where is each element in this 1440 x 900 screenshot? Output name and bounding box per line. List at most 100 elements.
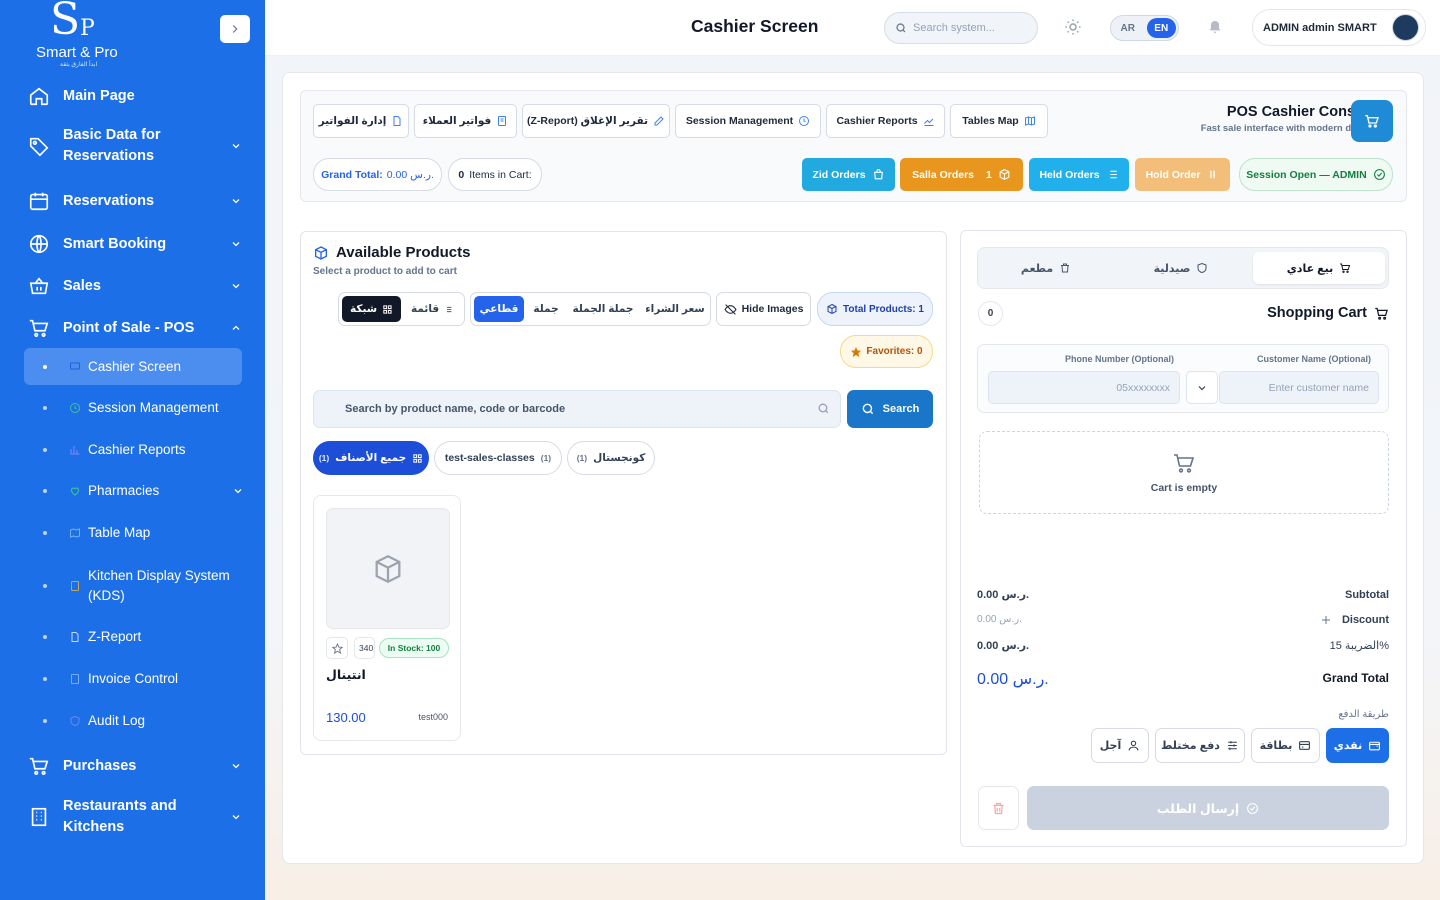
card-icon bbox=[1299, 741, 1311, 750]
price-retail-option[interactable]: قطاعي bbox=[474, 296, 524, 322]
tab-restaurant[interactable]: مطعم bbox=[980, 252, 1112, 284]
file-icon bbox=[393, 116, 401, 126]
calendar-icon bbox=[26, 188, 52, 214]
search-placeholder: Search system... bbox=[913, 22, 995, 34]
sidebar-subitem-table-map[interactable]: Table Map bbox=[24, 523, 242, 543]
category-congestal[interactable]: (1) كونجستال bbox=[567, 441, 655, 475]
empty-cart-state: Cart is empty bbox=[979, 431, 1389, 514]
sidebar-item-basic-data[interactable]: Basic Data for Reservations bbox=[24, 125, 244, 167]
products-title: Available Products bbox=[313, 244, 471, 261]
tab-regular-sale[interactable]: بيع عادي bbox=[1253, 252, 1385, 284]
hold-order-button[interactable]: Hold Order bbox=[1135, 158, 1230, 191]
sidebar-item-label: Sales bbox=[63, 277, 101, 294]
chevron-down-icon bbox=[232, 144, 240, 149]
customer-invoices-button[interactable]: فواتير العملاء bbox=[414, 104, 517, 138]
view-list-option[interactable]: قائمة bbox=[403, 296, 461, 322]
tab-pharmacy[interactable]: صيدلية bbox=[1115, 252, 1247, 284]
lang-ar-option[interactable]: AR bbox=[1113, 18, 1143, 38]
session-status-pill: Session Open — ADMIN bbox=[1239, 158, 1393, 191]
wallet-icon bbox=[1369, 741, 1381, 751]
category-test-sales-classes[interactable]: test-sales-classes (1) bbox=[434, 441, 562, 475]
user-name: ADMIN admin SMART bbox=[1263, 21, 1377, 34]
notifications-button[interactable] bbox=[1207, 19, 1223, 35]
cashier-reports-button[interactable]: Cashier Reports bbox=[826, 104, 945, 138]
edit-icon bbox=[654, 116, 664, 126]
category-all[interactable]: (1) جميع الأصناف bbox=[313, 441, 429, 475]
check-circle-icon bbox=[1247, 802, 1259, 814]
product-search-button[interactable]: Search bbox=[847, 390, 933, 428]
payment-mixed-button[interactable]: دفع مختلط bbox=[1155, 728, 1245, 763]
basket-icon bbox=[26, 273, 52, 299]
tables-map-button[interactable]: Tables Map bbox=[950, 104, 1048, 138]
heart-icon bbox=[70, 487, 80, 496]
customer-name-input[interactable]: Enter customer name bbox=[1219, 371, 1379, 404]
sidebar-subitem-audit-log[interactable]: Audit Log bbox=[24, 711, 242, 731]
discount-value: 0.00 ر.س. bbox=[977, 614, 1022, 625]
eye-off-icon bbox=[724, 303, 737, 315]
cart-icon bbox=[26, 753, 52, 779]
sidebar-subitem-invoice-control[interactable]: Invoice Control bbox=[24, 669, 242, 689]
zid-orders-button[interactable]: Zid Orders bbox=[802, 158, 895, 191]
tablet-icon bbox=[71, 581, 79, 591]
plus-icon[interactable] bbox=[1320, 614, 1332, 626]
payment-card-button[interactable]: بطاقة bbox=[1251, 728, 1320, 763]
search-icon bbox=[862, 403, 873, 415]
product-search-input[interactable]: Search by product name, code or barcode bbox=[313, 390, 841, 428]
sidebar-subitem-pharmacies[interactable]: Pharmacies bbox=[24, 481, 244, 501]
submit-order-button[interactable]: إرسال الطلب bbox=[1027, 786, 1389, 830]
sidebar-item-sales[interactable]: Sales bbox=[24, 273, 244, 299]
price-purchase-option[interactable]: سعر الشراء bbox=[640, 296, 710, 322]
sidebar-item-main-page[interactable]: Main Page bbox=[24, 83, 244, 109]
invoice-management-button[interactable]: إدارة الفواتير bbox=[313, 104, 409, 138]
bell-icon bbox=[1209, 21, 1221, 33]
sidebar-toggle-button[interactable] bbox=[220, 15, 250, 43]
sidebar-item-smart-booking[interactable]: Smart Booking bbox=[24, 231, 244, 257]
phone-input[interactable]: 05xxxxxxxx bbox=[988, 371, 1180, 404]
sidebar-item-label: Reservations bbox=[63, 192, 155, 209]
sidebar-subitem-z-report[interactable]: Z-Report bbox=[24, 627, 242, 647]
sidebar-item-reservations[interactable]: Reservations bbox=[24, 188, 244, 214]
theme-toggle[interactable] bbox=[1064, 18, 1082, 36]
console-title: POS Cashier Console bbox=[1226, 104, 1376, 120]
sidebar-subitem-label: Cashier Screen bbox=[88, 358, 182, 374]
sidebar: SP Smart & Pro ابدأ الفارق بثقة Main Pag… bbox=[0, 0, 265, 900]
favorite-toggle[interactable] bbox=[326, 637, 348, 659]
view-grid-option[interactable]: شبكة bbox=[342, 296, 401, 322]
sidebar-item-restaurants[interactable]: Restaurants and Kitchens bbox=[24, 796, 244, 838]
user-menu[interactable]: ADMIN admin SMART bbox=[1252, 9, 1426, 46]
brand-tagline: ابدأ الفارق بثقة bbox=[60, 62, 98, 68]
payment-cash-button[interactable]: نقدي bbox=[1326, 728, 1389, 763]
clear-cart-button[interactable] bbox=[978, 786, 1019, 830]
grand-total-pill: Grand Total: 0.00 ر.س. bbox=[313, 158, 442, 191]
star-icon bbox=[851, 346, 862, 357]
price-bulk-option[interactable]: جملة الجملة bbox=[568, 296, 638, 322]
price-wholesale-option[interactable]: جملة bbox=[526, 296, 566, 322]
star-icon bbox=[331, 642, 343, 654]
phone-country-dropdown[interactable] bbox=[1186, 371, 1218, 404]
search-input[interactable]: Search system... bbox=[884, 12, 1038, 44]
stock-badge: In Stock: 100 bbox=[379, 638, 449, 658]
chevron-down-icon bbox=[1198, 385, 1206, 390]
language-switch: AR EN bbox=[1110, 15, 1179, 41]
shield-icon bbox=[1197, 262, 1207, 274]
sidebar-item-purchases[interactable]: Purchases bbox=[24, 753, 244, 779]
sidebar-item-label: Smart Booking bbox=[63, 235, 167, 252]
sidebar-subitem-cashier-reports[interactable]: Cashier Reports bbox=[24, 440, 242, 460]
sidebar-item-pos[interactable]: Point of Sale - POS bbox=[24, 315, 244, 341]
lang-en-option[interactable]: EN bbox=[1146, 18, 1176, 38]
z-report-button[interactable]: (Z-Report) تقرير الإغلاق bbox=[522, 104, 670, 138]
sidebar-subitem-session-management[interactable]: Session Management bbox=[24, 398, 242, 418]
session-management-button[interactable]: Session Management bbox=[675, 104, 821, 138]
sidebar-subitem-kds[interactable]: Kitchen Display System (KDS) bbox=[24, 565, 242, 607]
product-card[interactable]: 340 In Stock: 100 انتينال 130.00 test000 bbox=[313, 495, 461, 741]
product-code: test000 bbox=[418, 712, 448, 722]
favorites-badge[interactable]: Favorites: 0 bbox=[840, 335, 933, 368]
salla-orders-button[interactable]: Salla Orders 1 bbox=[900, 158, 1023, 191]
held-orders-button[interactable]: Held Orders bbox=[1029, 158, 1129, 191]
sidebar-item-label: Main Page bbox=[63, 87, 135, 104]
clock-icon bbox=[799, 116, 810, 126]
sidebar-subitem-label: Pharmacies bbox=[88, 483, 160, 498]
sidebar-subitem-cashier-screen[interactable]: Cashier Screen bbox=[24, 348, 242, 385]
payment-deferred-button[interactable]: آجل bbox=[1091, 728, 1149, 763]
hide-images-button[interactable]: Hide Images bbox=[716, 292, 811, 326]
